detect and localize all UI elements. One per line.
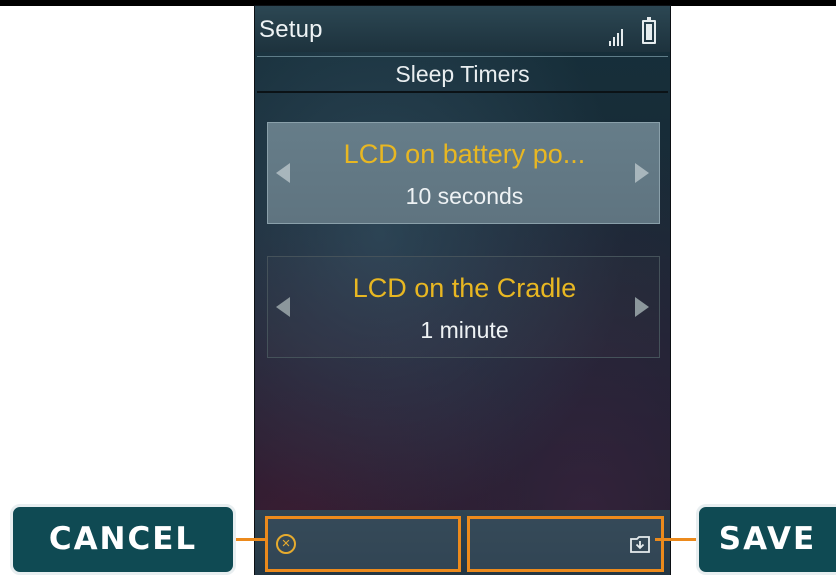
page-title: Sleep Timers [395, 61, 530, 87]
status-bar: Setup [255, 6, 670, 52]
cancel-circle-icon: × [276, 534, 296, 554]
device-screen: Setup Sleep Timers LCD on battery po... … [255, 6, 670, 575]
arrow-right-icon[interactable] [635, 297, 649, 317]
setting-name: LCD on the Cradle [352, 273, 577, 303]
battery-icon [642, 17, 656, 44]
app-title: Setup [259, 16, 323, 43]
cancel-callout-label: CANCEL [10, 504, 236, 575]
divider [257, 56, 668, 57]
setting-value: 10 seconds [405, 183, 524, 209]
setting-value: 1 minute [420, 317, 509, 343]
save-callout-label: SAVE [696, 504, 836, 575]
setting-name: LCD on battery po... [343, 139, 586, 169]
arrow-right-icon[interactable] [635, 163, 649, 183]
signal-bars-icon [609, 26, 629, 46]
save-folder-icon [630, 536, 650, 553]
divider [257, 91, 668, 93]
setting-lcd-cradle[interactable]: LCD on the Cradle 1 minute [267, 256, 660, 358]
save-soft-key[interactable] [467, 516, 664, 572]
cancel-soft-key[interactable]: × [265, 516, 461, 572]
setting-lcd-battery[interactable]: LCD on battery po... 10 seconds [267, 122, 660, 224]
